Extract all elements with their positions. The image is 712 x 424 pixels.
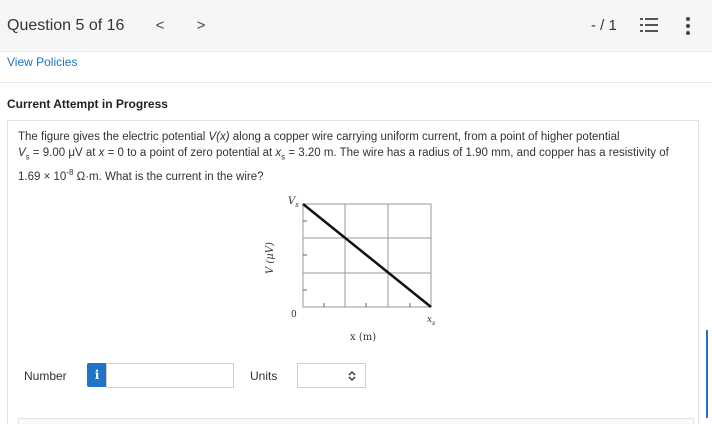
question-header: Question 5 of 16 < > - / 1 xyxy=(0,0,712,52)
more-vertical-icon[interactable] xyxy=(684,16,692,36)
potential-line xyxy=(302,203,432,308)
view-policies-link[interactable]: View Policies xyxy=(7,55,77,69)
xs-label: xs xyxy=(427,315,435,327)
info-icon[interactable]: i xyxy=(87,363,107,387)
potential-figure: Vs 0 xs x (m) V (μV) xyxy=(265,196,435,343)
next-question-button[interactable]: > xyxy=(191,14,211,38)
score-display: - / 1 xyxy=(591,17,617,34)
vs-label: Vs xyxy=(288,196,299,209)
list-icon[interactable] xyxy=(640,16,658,34)
units-select[interactable] xyxy=(297,363,366,388)
attempt-heading: Current Attempt in Progress xyxy=(7,97,168,111)
select-arrows-icon xyxy=(348,371,356,381)
y-axis-label: V (μV) xyxy=(265,242,276,274)
next-section-box xyxy=(18,418,694,424)
x-axis-label: x (m) xyxy=(350,332,376,343)
scrollbar-indicator[interactable] xyxy=(706,330,708,418)
number-label: Number xyxy=(24,369,67,383)
divider xyxy=(0,82,712,83)
units-label: Units xyxy=(250,369,278,383)
origin-label: 0 xyxy=(291,310,297,320)
previous-question-button[interactable]: < xyxy=(150,14,170,38)
problem-text: The figure gives the electric potential … xyxy=(18,131,669,184)
number-input[interactable] xyxy=(106,363,234,388)
question-counter: Question 5 of 16 xyxy=(7,17,125,34)
